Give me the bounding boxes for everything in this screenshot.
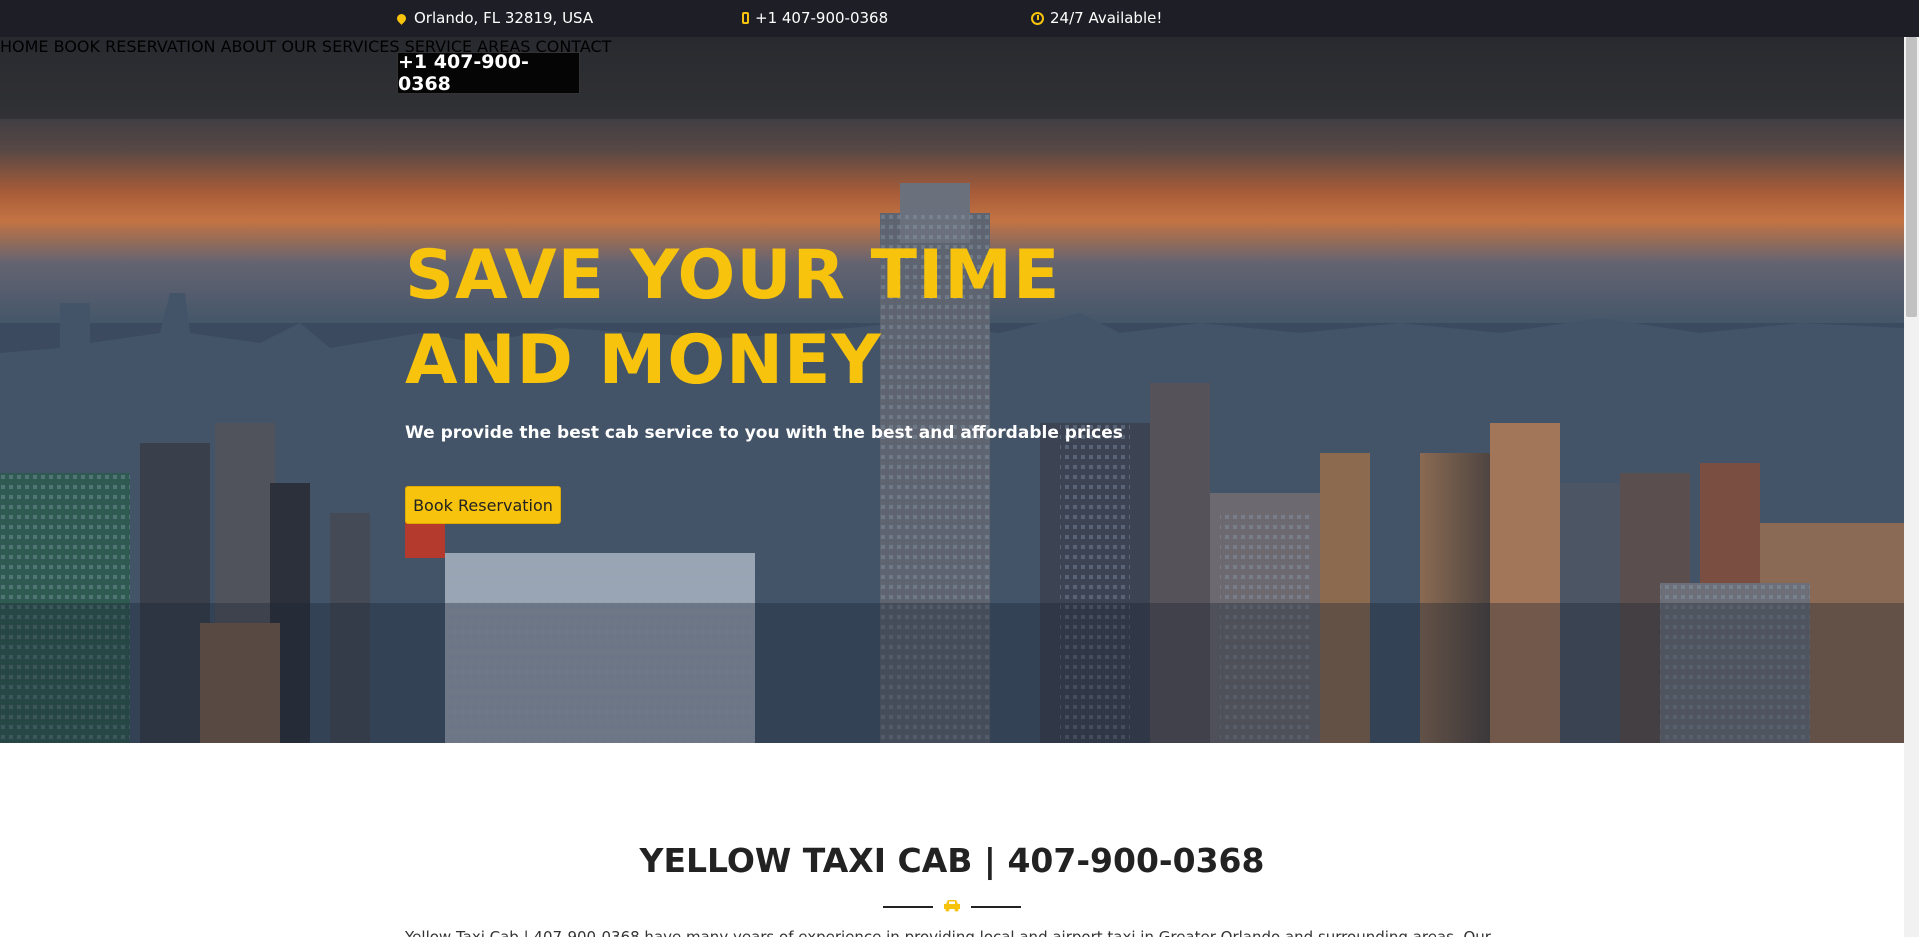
mobile-phone-icon [742,12,749,24]
scrollbar-thumb[interactable] [1906,37,1917,317]
nav-our-services[interactable]: OUR SERVICES [281,37,399,56]
phone-text[interactable]: +1 407-900-0368 [755,9,888,27]
book-reservation-button[interactable]: Book Reservation [405,486,561,524]
hero-section: +1 407-900-0368 HOME BOOK RESERVATION AB… [0,37,1904,743]
hero-title-line2: AND MONEY [405,321,882,400]
nav-book-reservation[interactable]: BOOK RESERVATION [54,37,216,56]
availability-item: 24/7 Available! [1031,9,1162,27]
intro-title: YELLOW TAXI CAB | 407-900-0368 [639,841,1265,880]
top-info-bar: Orlando, FL 32819, USA +1 407-900-0368 2… [0,0,1919,37]
taxi-icon [944,900,960,912]
nav-about[interactable]: ABOUT [221,37,277,56]
address-text: Orlando, FL 32819, USA [414,9,594,27]
hero-title-line1: SAVE YOUR TIME [405,236,1061,315]
hero-subtitle: We provide the best cab service to you w… [405,423,1123,443]
nav-home[interactable]: HOME [0,37,49,56]
title-divider [0,897,1904,917]
page-scrollbar[interactable] [1904,37,1919,937]
logo-phone-button[interactable]: +1 407-900-0368 [397,51,580,95]
phone-item[interactable]: +1 407-900-0368 [742,9,888,27]
intro-text: Yellow Taxi Cab | 407-900-0368 have many… [405,928,1491,937]
clock-icon [1031,11,1044,25]
divider-line-right [971,906,1021,908]
hero-title: SAVE YOUR TIME AND MONEY [405,233,1060,403]
map-marker-icon [395,11,408,25]
divider-line-left [883,906,933,908]
address-item: Orlando, FL 32819, USA [395,9,594,27]
availability-text: 24/7 Available! [1050,9,1163,27]
main-navbar: +1 407-900-0368 HOME BOOK RESERVATION AB… [0,37,1904,119]
